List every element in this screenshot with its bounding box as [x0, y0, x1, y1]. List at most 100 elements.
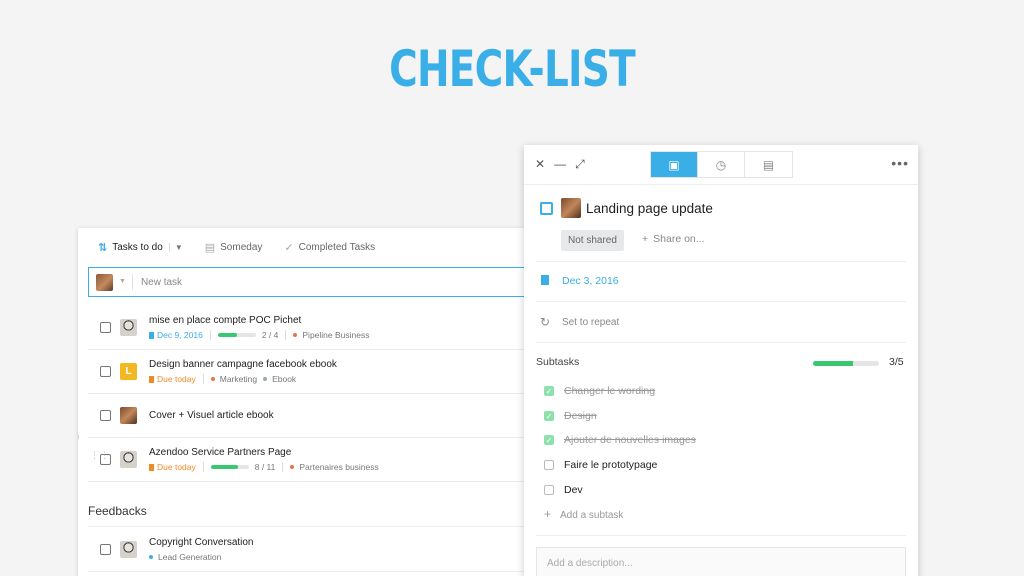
- close-icon[interactable]: ✕: [535, 157, 545, 172]
- task-tag: Marketing: [219, 374, 258, 384]
- task-checkbox[interactable]: [540, 202, 553, 215]
- task-list-panel: ⇅ Tasks to do ▼ ▤ Someday ✓ Completed Ta…: [78, 228, 538, 576]
- subtask-checkbox[interactable]: ✓: [544, 411, 554, 421]
- detail-toolbar: ✕ — ⤢ ▣ ◷ ▤ •••: [524, 145, 918, 185]
- tab-history[interactable]: ◷: [698, 152, 745, 177]
- inbox-icon: ▣: [668, 157, 680, 172]
- task-date: Dec 9, 2016: [157, 330, 203, 340]
- more-options-icon[interactable]: •••: [891, 155, 909, 171]
- tab-label: Someday: [220, 241, 263, 253]
- subtask-item[interactable]: ✓ Design: [544, 408, 597, 424]
- avatar: [120, 541, 137, 558]
- plus-icon: +: [642, 233, 649, 245]
- tab-tasks-to-do[interactable]: ⇅ Tasks to do ▼: [98, 241, 183, 254]
- task-tag: Partenaires business: [299, 462, 379, 472]
- view-switcher: ▣ ◷ ▤: [650, 151, 793, 178]
- company-logo-icon: L: [120, 363, 137, 380]
- subtask-item[interactable]: ✓ Ajouter de nouvelles images: [544, 432, 696, 448]
- task-row[interactable]: Copyright Conversation Lead Generation: [88, 528, 538, 572]
- subtasks-count: 3/5: [889, 356, 904, 368]
- task-checkbox[interactable]: [100, 322, 111, 333]
- task-tabs: ⇅ Tasks to do ▼ ▤ Someday ✓ Completed Ta…: [78, 228, 538, 266]
- progress-count: 2 / 4: [261, 330, 279, 340]
- avatar: [120, 451, 137, 468]
- progress-count: 8 / 11: [254, 462, 276, 472]
- due-date[interactable]: Dec 3, 2016: [562, 275, 619, 287]
- progress-bar: [210, 465, 249, 469]
- archive-icon: ▤: [762, 157, 775, 172]
- subtasks-progress-bar: [813, 361, 879, 366]
- flag-icon: [149, 463, 154, 471]
- task-checkbox[interactable]: [100, 410, 111, 421]
- task-meta: Due today 8 / 11 Partenaires business: [149, 462, 379, 472]
- section-title: Feedbacks: [88, 504, 147, 518]
- tab-details[interactable]: ▣: [651, 152, 698, 177]
- avatar: [120, 319, 137, 336]
- tag-dot-icon: [293, 333, 298, 337]
- tab-archive[interactable]: ▤: [745, 152, 792, 177]
- task-tag: Pipeline Business: [302, 330, 370, 340]
- task-row[interactable]: L Design banner campagne facebook ebook …: [88, 350, 538, 394]
- tag-dot-icon: [149, 555, 153, 559]
- flag-icon: [149, 375, 154, 383]
- share-on-button[interactable]: + Share on...: [642, 233, 705, 245]
- minimize-icon[interactable]: —: [554, 157, 566, 172]
- tab-someday[interactable]: ▤ Someday: [205, 241, 263, 254]
- subtask-checkbox[interactable]: [544, 485, 554, 495]
- task-title[interactable]: Azendoo Service Partners Page: [149, 447, 291, 458]
- plus-icon: +: [544, 507, 552, 521]
- tab-label: Tasks to do: [112, 241, 163, 253]
- task-tag: Ebook: [272, 374, 297, 384]
- repeat-button[interactable]: Set to repeat: [562, 317, 619, 328]
- subtask-checkbox[interactable]: ✓: [544, 386, 554, 396]
- add-subtask-button[interactable]: + Add a subtask: [544, 507, 623, 521]
- task-tag: Lead Generation: [158, 552, 222, 562]
- check-icon: ✓: [284, 241, 294, 254]
- expand-icon[interactable]: ⤢: [575, 157, 585, 172]
- task-meta: Lead Generation: [149, 552, 221, 562]
- subtask-label: Faire le prototypage: [564, 459, 658, 471]
- task-title[interactable]: mise en place compte POC Pichet: [149, 315, 301, 326]
- tab-completed-tasks[interactable]: ✓ Completed Tasks: [284, 241, 375, 254]
- task-row[interactable]: Cover + Visuel article ebook: [88, 394, 538, 438]
- task-row[interactable]: ⋮⋮ Azendoo Service Partners Page Due tod…: [88, 438, 538, 482]
- task-meta: Due today Marketing Ebook: [149, 374, 296, 384]
- page-headline: CHECK-LIST: [389, 40, 636, 98]
- tab-label: Completed Tasks: [298, 241, 376, 253]
- new-task-input[interactable]: ▼ New task: [88, 267, 538, 297]
- subtask-checkbox[interactable]: [544, 460, 554, 470]
- task-row[interactable]: mise en place compte POC Pichet Dec 9, 2…: [88, 306, 538, 350]
- task-checkbox[interactable]: [100, 366, 111, 377]
- clock-icon: ◷: [715, 157, 727, 172]
- subtask-label: Design: [564, 410, 597, 422]
- share-on-label: Share on...: [653, 233, 705, 245]
- avatar: [561, 198, 581, 218]
- task-detail-panel: ✕ — ⤢ ▣ ◷ ▤ ••• Landing page update Not …: [524, 145, 918, 576]
- collapse-handle-icon[interactable]: [78, 433, 79, 441]
- description-input[interactable]: Add a description...: [536, 547, 906, 576]
- task-title[interactable]: Cover + Visuel article ebook: [149, 410, 274, 421]
- tag-dot-icon: [263, 377, 268, 381]
- subtask-item[interactable]: ✓ Changer le wording: [544, 383, 655, 399]
- repeat-icon: ↻: [540, 315, 551, 329]
- avatar[interactable]: [96, 273, 113, 291]
- task-due: Due today: [157, 374, 196, 384]
- subtask-checkbox[interactable]: ✓: [544, 435, 554, 445]
- subtask-label: Changer le wording: [564, 385, 656, 397]
- new-task-placeholder: New task: [140, 276, 183, 288]
- task-detail-title[interactable]: Landing page update: [586, 201, 713, 216]
- chevron-down-icon[interactable]: ▼: [119, 274, 133, 290]
- task-title[interactable]: Copyright Conversation: [149, 537, 254, 548]
- subtask-item[interactable]: Faire le prototypage: [544, 457, 657, 473]
- progress-bar: [217, 333, 256, 337]
- task-meta: Dec 9, 2016 2 / 4 Pipeline Business: [149, 330, 370, 340]
- subtask-item[interactable]: Dev: [544, 482, 583, 498]
- subtasks-heading: Subtasks: [536, 356, 580, 368]
- task-checkbox[interactable]: [100, 544, 111, 555]
- task-checkbox[interactable]: [100, 454, 111, 465]
- task-title[interactable]: Design banner campagne facebook ebook: [149, 359, 337, 370]
- share-status-badge[interactable]: Not shared: [561, 230, 624, 251]
- add-subtask-label: Add a subtask: [560, 510, 624, 521]
- flag-icon: [149, 331, 154, 339]
- chevron-down-icon[interactable]: ▼: [168, 242, 183, 252]
